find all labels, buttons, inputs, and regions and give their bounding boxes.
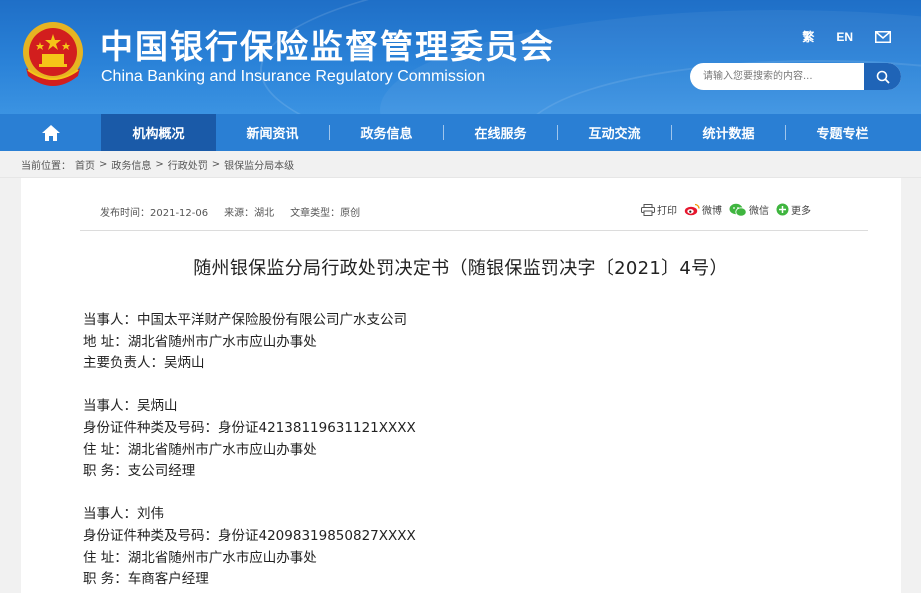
wechat-label: 微信 [749, 206, 769, 217]
print-button[interactable]: 打印 [641, 202, 677, 217]
main-nav: 机构概况 新闻资讯 政务信息 在线服务 互动交流 统计数据 专题专栏 [0, 114, 921, 151]
printer-icon [641, 203, 655, 216]
search-button[interactable] [864, 63, 901, 90]
plus-circle-icon [776, 203, 789, 216]
document-body: 当事人：中国太平洋财产保险股份有限公司广水支公司 地 址：湖北省随州市广水市应山… [83, 310, 416, 591]
nav-item-news[interactable]: 新闻资讯 [216, 114, 329, 151]
nav-home[interactable] [0, 114, 101, 151]
breadcrumb-government-info[interactable]: 政务信息 [111, 157, 151, 172]
source-label: 来源： [224, 208, 255, 219]
principal-line: 主要负责人：吴炳山 [83, 355, 205, 372]
national-emblem-icon [23, 22, 83, 86]
search-input[interactable] [690, 63, 864, 90]
article: 发布时间：2021-12-06 来源：湖北 文章类型：原创 打印 微博 微信 更… [0, 178, 921, 593]
nav-item-online-services[interactable]: 在线服务 [444, 114, 557, 151]
breadcrumb: 当前位置： 首页 > 政务信息 > 行政处罚 > 银保监分局本级 [0, 151, 921, 178]
top-links: 繁 EN [802, 28, 891, 45]
site-title-cn: 中国银行保险监督管理委员会 [100, 27, 555, 66]
english-link[interactable]: EN [836, 30, 853, 44]
wechat-icon [729, 203, 747, 217]
more-share-button[interactable]: 更多 [776, 202, 811, 217]
print-label: 打印 [657, 206, 677, 217]
nav-item-government-info[interactable]: 政务信息 [330, 114, 443, 151]
position-line: 职 务：车商客户经理 [83, 571, 209, 588]
party-line: 当事人：刘伟 [83, 506, 164, 523]
address-line: 住 址：湖北省随州市广水市应山办事处 [83, 441, 317, 458]
share-bar: 打印 微博 微信 更多 [641, 202, 816, 217]
article-type-label: 文章类型： [290, 208, 341, 219]
id-line: 身份证件种类及号码：身份证42098319850827XXXX [83, 527, 416, 544]
weibo-icon [684, 203, 700, 216]
nav-item-statistics[interactable]: 统计数据 [672, 114, 785, 151]
publish-date-label: 发布时间： [100, 208, 150, 219]
meta-divider [80, 230, 868, 231]
weibo-share-button[interactable]: 微博 [684, 202, 722, 217]
search-box [690, 63, 901, 90]
address-line: 地 址：湖北省随州市广水市应山办事处 [83, 333, 317, 350]
weibo-label: 微博 [702, 206, 722, 217]
publish-date: 2021-12-06 [150, 208, 209, 219]
breadcrumb-home[interactable]: 首页 [75, 157, 95, 172]
home-icon [41, 124, 60, 141]
site-title-en: China Banking and Insurance Regulatory C… [101, 68, 486, 85]
mail-icon[interactable] [875, 30, 891, 43]
nav-item-interaction[interactable]: 互动交流 [558, 114, 671, 151]
breadcrumb-penalties[interactable]: 行政处罚 [168, 157, 208, 172]
id-line: 身份证件种类及号码：身份证42138119631121XXXX [83, 419, 416, 436]
breadcrumb-separator: > [155, 158, 164, 170]
party-line: 当事人：中国太平洋财产保险股份有限公司广水支公司 [83, 312, 407, 328]
article-meta: 发布时间：2021-12-06 来源：湖北 文章类型：原创 [100, 204, 366, 219]
site-header: 中国银行保险监督管理委员会 China Banking and Insuranc… [0, 0, 921, 114]
document-title: 随州银保监分局行政处罚决定书（随银保监罚决字〔2021〕4号） [193, 258, 728, 279]
nav-item-about[interactable]: 机构概况 [101, 114, 216, 151]
party-line: 当事人：吴炳山 [83, 398, 178, 415]
wechat-share-button[interactable]: 微信 [729, 202, 769, 217]
breadcrumb-label: 当前位置： [21, 160, 71, 172]
breadcrumb-separator: > [99, 158, 108, 170]
article-type-value: 原创 [340, 208, 361, 219]
position-line: 职 务：支公司经理 [83, 463, 196, 480]
traditional-chinese-link[interactable]: 繁 [802, 28, 814, 45]
address-line: 住 址：湖北省随州市广水市应山办事处 [83, 549, 317, 566]
nav-item-special-topics[interactable]: 专题专栏 [786, 114, 899, 151]
source-value: 湖北 [254, 208, 275, 219]
search-icon [876, 70, 890, 84]
more-label: 更多 [791, 206, 811, 217]
breadcrumb-branch[interactable]: 银保监分局本级 [224, 157, 294, 172]
breadcrumb-separator: > [211, 158, 221, 170]
